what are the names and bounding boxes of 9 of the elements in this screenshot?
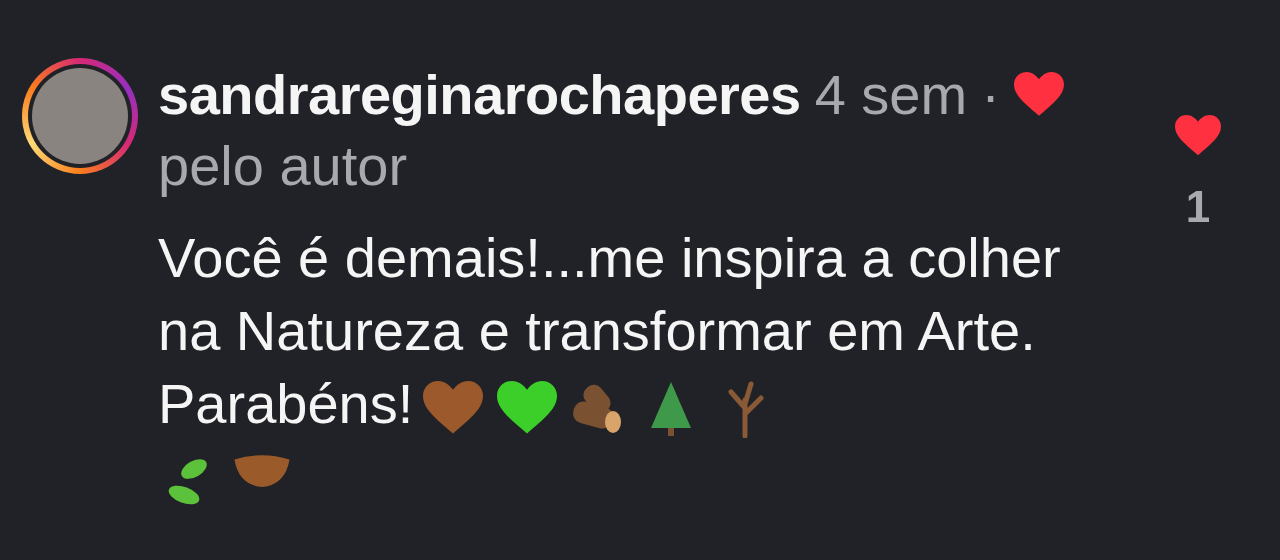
author-label: pelo autor <box>158 133 409 199</box>
like-count: 1 <box>1185 182 1211 233</box>
separator: · <box>981 61 1000 127</box>
comment-text: Você é demais!...me inspira a colher na Natureza e transformar em Arte. Parabéns! <box>158 221 1098 513</box>
like-icon[interactable] <box>1175 115 1221 157</box>
heart-icon <box>497 381 558 436</box>
comment-time: 4 sem <box>814 61 968 127</box>
heart-icon <box>423 381 484 436</box>
username[interactable]: sandrareginarochaperes <box>158 61 801 127</box>
